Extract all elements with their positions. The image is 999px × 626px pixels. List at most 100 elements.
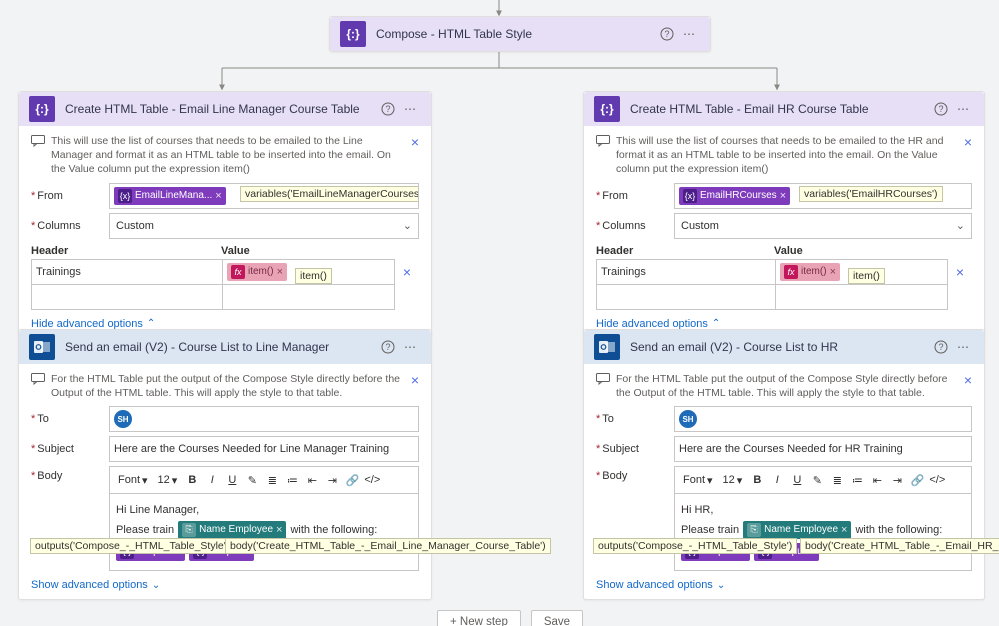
to-input[interactable]: SH [109,406,419,432]
from-input[interactable]: {x} EmailHRCourses × variables('EmailHRC… [674,183,972,209]
remove-token-icon[interactable]: × [277,266,283,278]
more-menu-icon[interactable]: ⋯ [399,98,421,120]
variable-token[interactable]: {x} EmailLineMana... × [114,187,226,205]
close-icon[interactable]: × [964,372,972,388]
recipient-badge[interactable]: SH [114,410,132,428]
dynamic-token[interactable]: ⎘ Name Employee × [178,521,286,539]
more-menu-icon[interactable]: ⋯ [952,336,974,358]
lm-table-header[interactable]: {:} Create HTML Table - Email Line Manag… [19,92,431,126]
value-cell[interactable]: fx item() × item() [222,259,395,285]
remove-token-icon[interactable]: × [175,544,181,561]
subject-input[interactable]: Here are the Courses Needed for HR Train… [674,436,972,462]
outputs-token[interactable]: {:} Outputs × [681,543,750,561]
hide-advanced-link[interactable]: Hide advanced options ⌃ [31,318,419,330]
clear-format-button[interactable]: ✎ [243,471,261,489]
output-token[interactable]: {:} Output × [189,543,253,561]
to-input[interactable]: SH [674,406,972,432]
save-button[interactable]: Save [531,610,583,626]
footer-buttons: + New step Save [437,610,583,626]
size-select[interactable]: 12 ▾ [154,470,182,490]
remove-token-icon[interactable]: × [244,544,250,561]
help-icon[interactable]: ? [930,98,952,120]
subject-input[interactable]: Here are the Courses Needed for Line Man… [109,436,419,462]
remove-token-icon[interactable]: × [276,522,282,539]
compose-card[interactable]: {:} Compose - HTML Table Style ? ⋯ [329,16,711,52]
remove-token-icon[interactable]: × [215,190,221,202]
expression-token[interactable]: fx item() × [780,263,840,281]
rte-body[interactable]: Hi HR, Please train ⎘ Name Employee × wi… [675,494,971,570]
more-menu-icon[interactable]: ⋯ [678,23,700,45]
new-step-button[interactable]: + New step [437,610,521,626]
value-cell[interactable] [775,284,948,310]
rte-body[interactable]: Hi Line Manager, Please train ⎘ Name Emp… [110,494,418,570]
delete-row-icon[interactable]: × [948,264,972,280]
header-cell[interactable] [31,284,223,310]
hr-email-header[interactable]: Send an email (V2) - Course List to HR ?… [584,330,984,364]
header-cell[interactable]: Trainings [31,259,223,285]
hr-table-card: {:} Create HTML Table - Email HR Course … [583,91,985,339]
outputs-token[interactable]: {:} Outputs × [116,543,185,561]
help-icon[interactable]: ? [656,23,678,45]
link-button[interactable]: 🔗 [908,471,926,489]
output-token[interactable]: {:} Output × [754,543,818,561]
variable-token[interactable]: {x} EmailHRCourses × [679,187,790,205]
indent-button[interactable]: ⇥ [323,471,341,489]
link-button[interactable]: 🔗 [343,471,361,489]
more-menu-icon[interactable]: ⋯ [952,98,974,120]
font-select[interactable]: Font ▾ [679,470,717,490]
compose-header[interactable]: {:} Compose - HTML Table Style ? ⋯ [330,17,710,51]
bold-button[interactable]: B [748,471,766,489]
header-cell[interactable]: Trainings [596,259,776,285]
font-select[interactable]: Font ▾ [114,470,152,490]
underline-button[interactable]: U [223,471,241,489]
hr-table-header[interactable]: {:} Create HTML Table - Email HR Course … [584,92,984,126]
expression-token[interactable]: fx item() × [227,263,287,281]
bullets-button[interactable]: ≣ [263,471,281,489]
from-input[interactable]: {x} EmailLineMana... × variables('EmailL… [109,183,419,209]
remove-token-icon[interactable]: × [780,190,786,202]
help-icon[interactable]: ? [377,336,399,358]
columns-dropdown[interactable]: Custom ⌄ [109,213,419,239]
columns-dropdown[interactable]: Custom ⌄ [674,213,972,239]
value-cell[interactable]: fx item() × item() [775,259,948,285]
remove-token-icon[interactable]: × [809,544,815,561]
bold-button[interactable]: B [183,471,201,489]
chevron-down-icon: ▾ [707,474,713,487]
hide-advanced-link[interactable]: Hide advanced options ⌃ [596,318,972,330]
show-advanced-link[interactable]: Show advanced options ⌄ [596,579,972,591]
comment-icon [31,373,45,388]
italic-button[interactable]: I [203,471,221,489]
remove-token-icon[interactable]: × [740,544,746,561]
close-icon[interactable]: × [964,134,972,150]
token-label: Outputs [702,544,737,559]
outdent-button[interactable]: ⇤ [303,471,321,489]
value-cell[interactable] [222,284,395,310]
close-icon[interactable]: × [411,134,419,150]
note-text: For the HTML Table put the output of the… [51,372,405,400]
code-view-button[interactable]: </> [363,471,381,489]
italic-button[interactable]: I [768,471,786,489]
help-icon[interactable]: ? [377,98,399,120]
outdent-button[interactable]: ⇤ [868,471,886,489]
clear-format-button[interactable]: ✎ [808,471,826,489]
recipient-badge[interactable]: SH [679,410,697,428]
lm-email-header[interactable]: Send an email (V2) - Course List to Line… [19,330,431,364]
help-icon[interactable]: ? [930,336,952,358]
remove-token-icon[interactable]: × [841,522,847,539]
dynamic-token[interactable]: ⎘ Name Employee × [743,521,851,539]
delete-row-icon[interactable]: × [395,264,419,280]
underline-button[interactable]: U [788,471,806,489]
bullets-button[interactable]: ≣ [828,471,846,489]
remove-token-icon[interactable]: × [830,266,836,278]
indent-button[interactable]: ⇥ [888,471,906,489]
show-advanced-link[interactable]: Show advanced options ⌄ [31,579,419,591]
size-select[interactable]: 12 ▾ [719,470,747,490]
body-text: Please train [681,522,739,539]
code-view-button[interactable]: </> [928,471,946,489]
more-menu-icon[interactable]: ⋯ [399,336,421,358]
chevron-down-icon: ▾ [142,474,148,487]
close-icon[interactable]: × [411,372,419,388]
numbering-button[interactable]: ≔ [283,471,301,489]
numbering-button[interactable]: ≔ [848,471,866,489]
header-cell[interactable] [596,284,776,310]
